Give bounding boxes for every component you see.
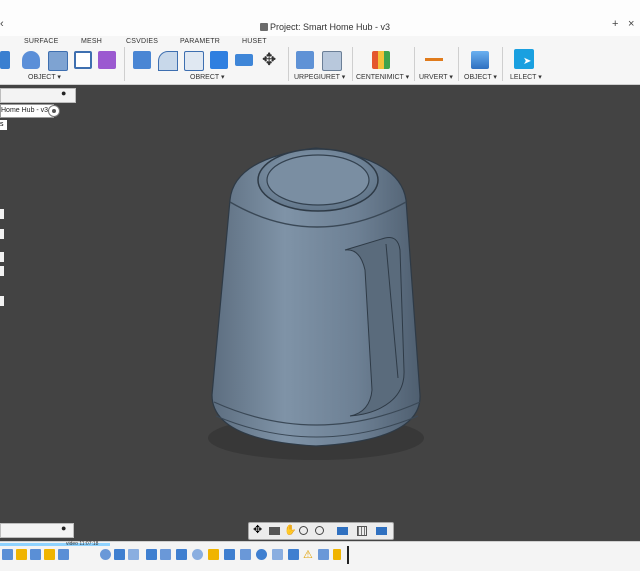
display-mode-icon[interactable] [337,527,348,535]
browser-node-handle[interactable] [0,229,4,239]
group-urvert[interactable]: URVERT ▾ [419,73,453,81]
browser-item-label: s [0,121,4,128]
active-radio-icon[interactable] [48,105,60,117]
select-icon[interactable]: ➤ [514,49,534,69]
window-title: Project: Smart Home Hub - v3 [270,22,391,32]
timeline-feature-split-icon[interactable] [176,549,187,560]
timeline-feature-pattern-icon[interactable] [240,549,251,560]
add-tab-icon[interactable]: + [612,18,618,30]
group-lelect[interactable]: LELECT ▾ [510,73,542,81]
combine-icon[interactable] [210,51,228,69]
comments-toggle-icon[interactable]: ● [61,523,66,533]
browser-document-item[interactable]: Home Hub - v3 [0,104,54,118]
group-obrect[interactable]: OBRECT ▾ [190,73,225,81]
timeline-feature-shell-icon[interactable] [146,549,157,560]
timeline-feature-fillet-icon[interactable] [128,549,139,560]
browser-node-handle[interactable] [0,252,4,262]
orbit-icon[interactable]: ✥ [253,525,264,536]
new-component-icon[interactable] [296,51,314,69]
joint-icon[interactable] [322,51,342,71]
timeline-time-label: video 11:07:18 [66,541,99,547]
play-start-icon[interactable] [2,549,13,560]
group-object-2[interactable]: OBJECT ▾ [464,73,497,81]
timeline-feature-appearance-icon[interactable] [208,549,219,560]
timeline-feature-hole-icon[interactable] [256,549,267,560]
timeline-marker[interactable] [347,546,349,564]
document-label: Home Hub - v3 [1,107,49,114]
timeline-feature-chamfer-icon[interactable] [224,549,235,560]
chamfer-icon[interactable] [158,51,178,71]
appearance-icon[interactable] [372,51,390,69]
tab-huset[interactable]: HUSET [242,38,267,45]
group-object-1[interactable]: OBJECT ▾ [28,73,61,81]
insert-image-icon[interactable] [471,51,489,69]
zoom-icon[interactable] [299,526,308,535]
browser-node-handle[interactable] [0,266,4,276]
browser-panel-header[interactable]: ● [0,88,76,103]
split-body-icon[interactable] [235,54,253,66]
back-arrow-icon[interactable]: ‹ [0,18,4,30]
step-back-icon[interactable] [16,549,27,560]
press-pull-icon[interactable] [184,51,204,71]
model-smart-hub[interactable] [200,140,432,462]
shell-icon[interactable] [48,51,68,71]
timeline-feature-revolve-icon[interactable] [192,549,203,560]
measure-icon[interactable] [425,58,443,61]
timeline-feature-offset-icon[interactable] [318,549,329,560]
fillet-icon[interactable] [133,51,151,69]
look-at-icon[interactable] [269,527,280,535]
sketch-icon[interactable] [74,51,92,69]
pan-hand-icon[interactable]: ✋ [284,525,296,536]
navigation-bar: ✥ ✋ [248,522,394,540]
divider [502,47,503,81]
project-icon [260,23,268,31]
collapse-dot-icon[interactable]: ● [61,88,66,98]
timeline-feature-sketch-icon[interactable] [100,549,111,560]
divider [414,47,415,81]
divider [352,47,353,81]
browser-item[interactable]: s [0,120,7,130]
tab-mesh[interactable]: MESH [81,38,102,45]
divider [458,47,459,81]
browser-node-handle[interactable] [0,296,4,306]
divider [288,47,289,81]
timeline-warning-icon[interactable]: ⚠ [303,548,313,561]
grid-icon[interactable] [357,526,367,536]
timeline-feature-extrude-icon[interactable] [114,549,125,560]
browser-node-handle[interactable] [0,209,4,219]
move-icon[interactable]: ✥ [262,50,276,70]
timeline-feature-combine-icon[interactable] [160,549,171,560]
tab-csvdies[interactable]: CSVDIES [126,38,158,45]
box-icon[interactable] [0,51,10,69]
group-urpegiuret[interactable]: URPEGIURET ▾ [294,73,345,81]
timeline-feature-mirror-icon[interactable] [272,549,283,560]
tab-parametr[interactable]: PARAMETR [180,38,220,45]
comments-panel-header[interactable]: ● [0,523,74,538]
viewports-icon[interactable] [376,527,387,535]
timeline-feature-body-icon[interactable] [288,549,299,560]
extrude-icon[interactable] [22,51,40,69]
close-tab-icon[interactable]: × [628,18,634,30]
group-centenimict[interactable]: CENTENIMICT ▾ [356,73,409,81]
zoom-window-icon[interactable] [315,526,324,535]
play-icon[interactable] [30,549,41,560]
timeline-feature-move-icon[interactable] [333,549,341,560]
play-end-icon[interactable] [58,549,69,560]
step-forward-icon[interactable] [44,549,55,560]
tab-surface[interactable]: SURFACE [24,38,58,45]
divider [124,47,125,81]
form-icon[interactable] [98,51,116,69]
